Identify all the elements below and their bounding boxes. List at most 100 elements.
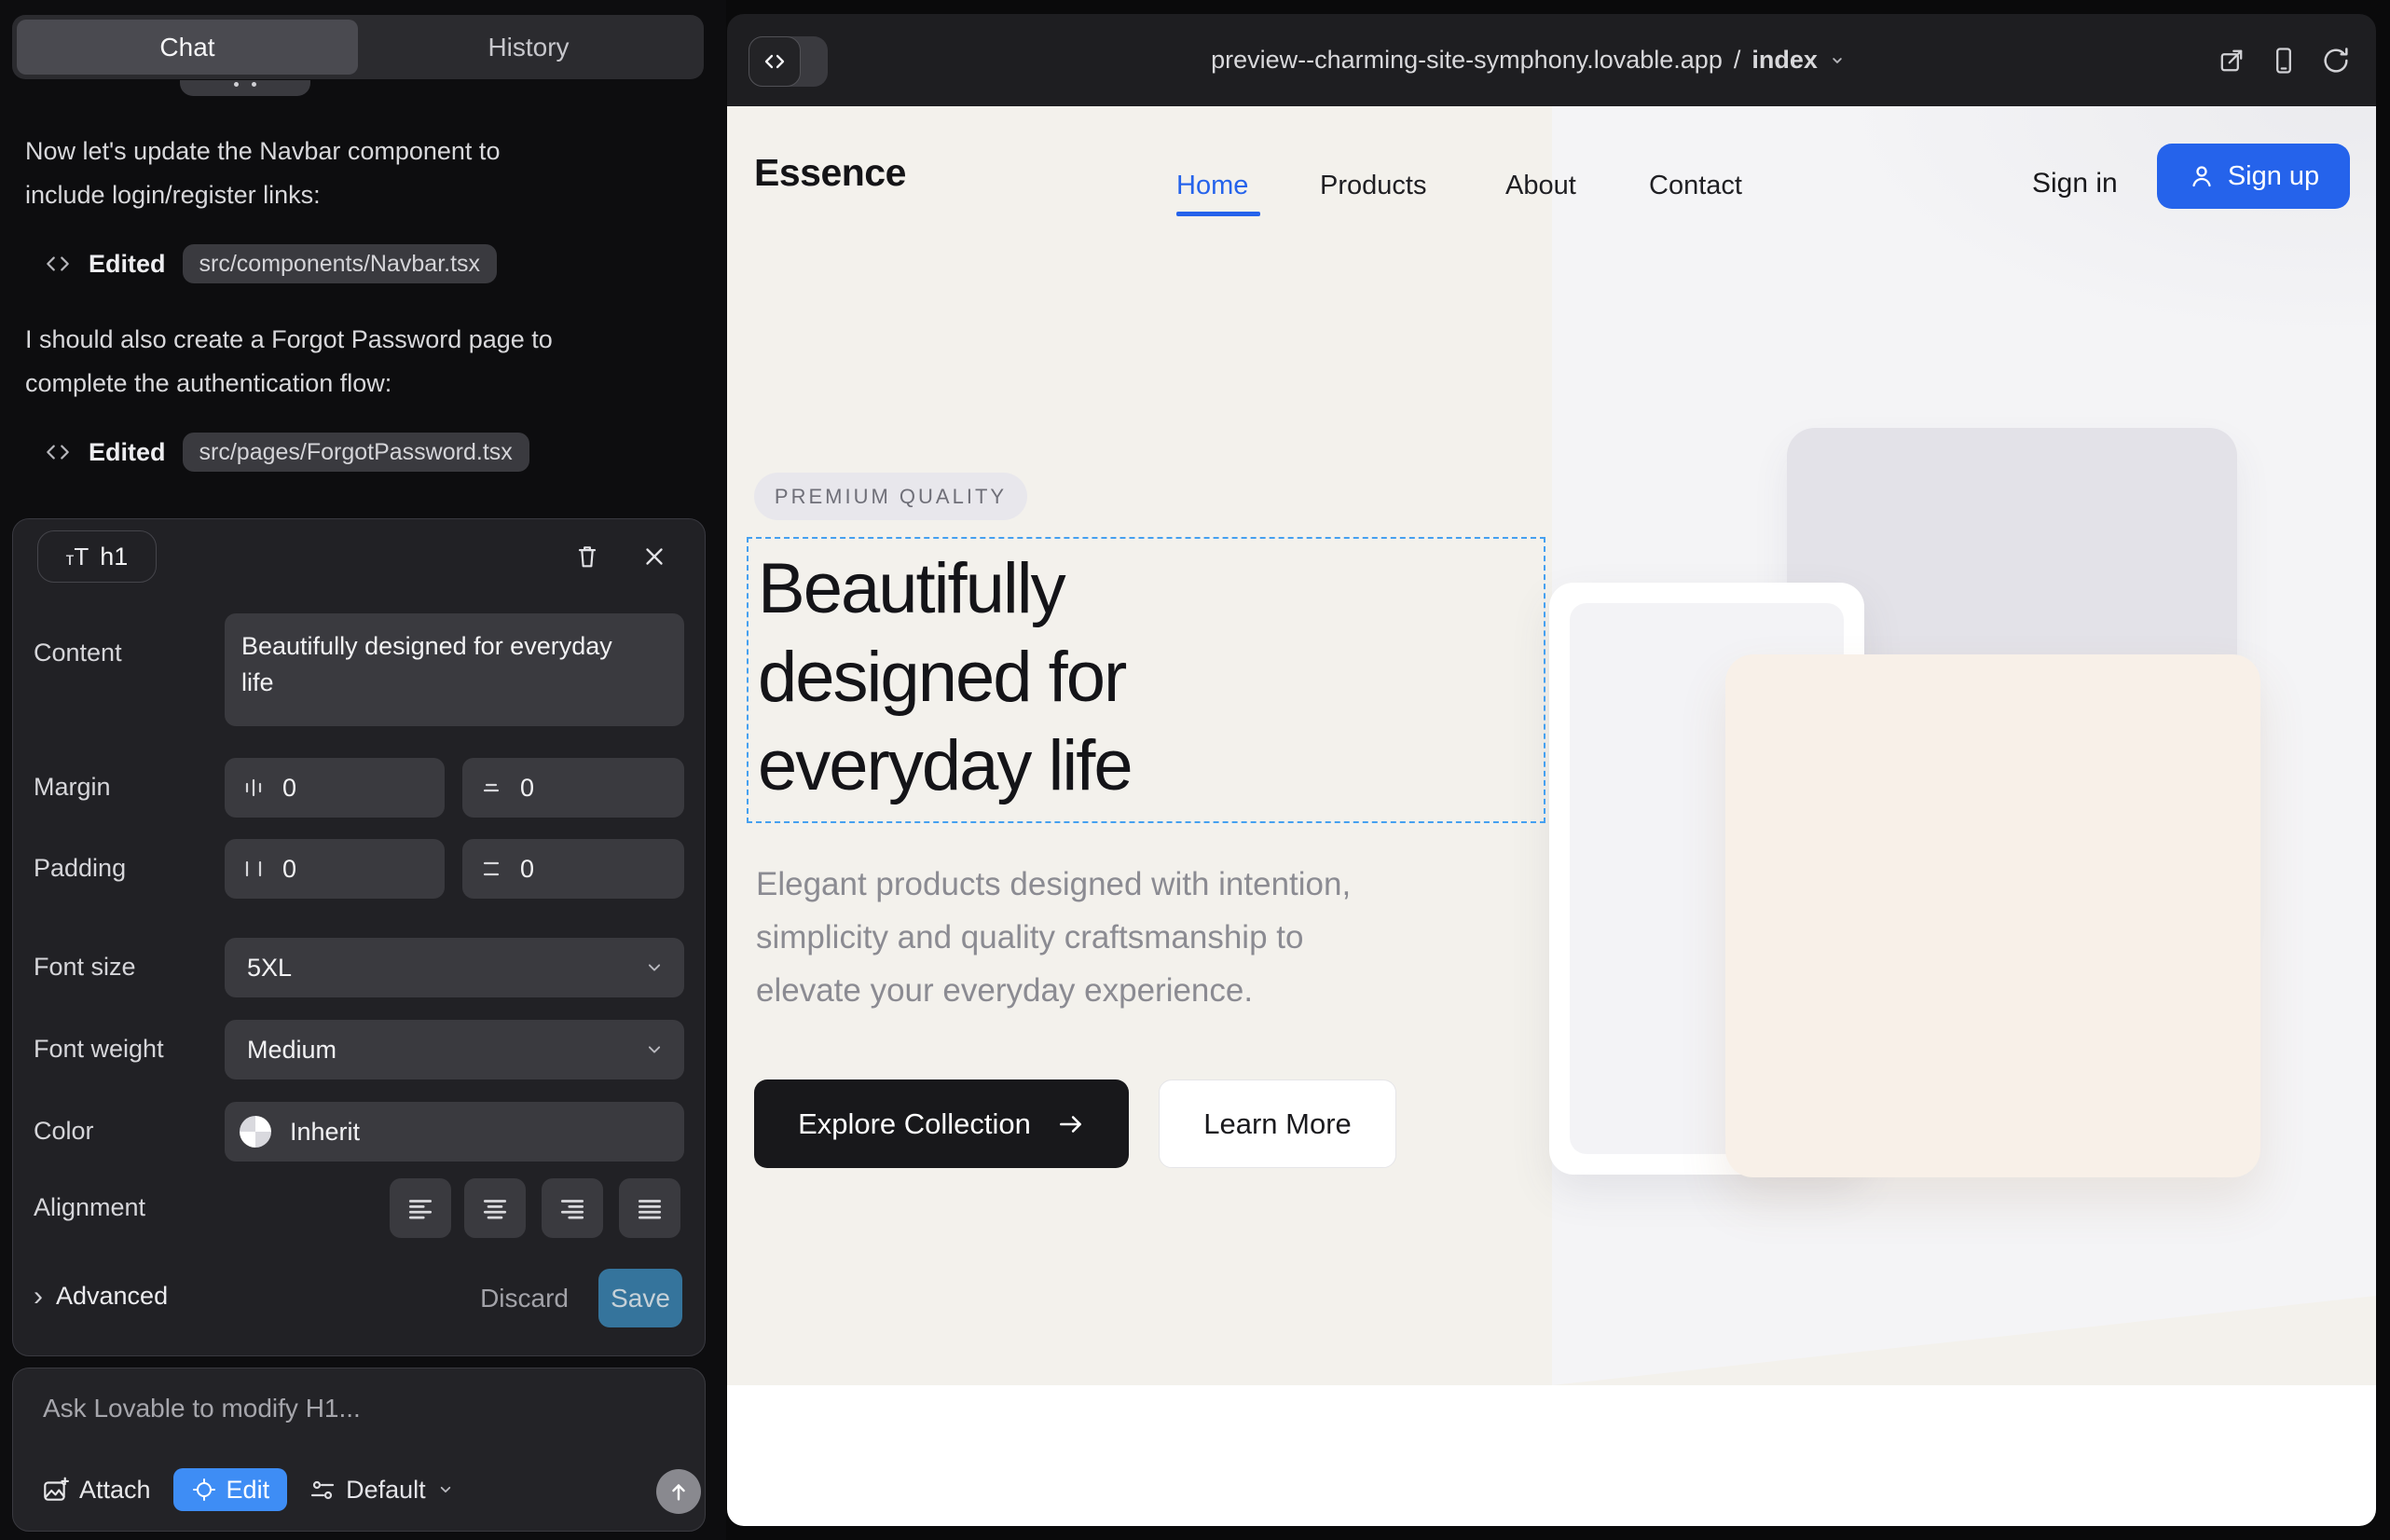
chevron-down-icon — [1829, 52, 1846, 69]
sign-in-link[interactable]: Sign in — [2032, 168, 2118, 199]
smartphone-icon — [2268, 45, 2300, 76]
align-justify-icon — [635, 1193, 665, 1223]
crosshair-icon — [191, 1477, 217, 1503]
chat-sidebar: Chat History Now let's update the Navbar… — [0, 0, 726, 1540]
arrow-up-icon — [666, 1479, 691, 1504]
type-icon: тT — [66, 543, 89, 571]
premium-quality-badge: PREMIUM QUALITY — [754, 473, 1027, 520]
color-select[interactable]: Inherit — [225, 1102, 684, 1162]
color-swatch — [240, 1116, 271, 1148]
sliders-icon — [309, 1477, 336, 1503]
site-viewport: Essence Home Products About Contact Sign… — [727, 106, 2376, 1526]
code-icon — [44, 438, 72, 466]
ellipsis-dots-icon — [234, 82, 256, 87]
assistant-message: Now let's update the Navbar component to… — [25, 130, 687, 217]
send-button[interactable] — [656, 1469, 701, 1514]
chevron-down-icon — [643, 1038, 666, 1061]
close-editor-button[interactable] — [632, 534, 677, 579]
browser-toolbar: preview--charming-site-symphony.lovable.… — [727, 14, 2376, 106]
model-default-button[interactable]: Default — [309, 1476, 455, 1505]
edited-file-row: Edited src/pages/ForgotPassword.tsx — [44, 433, 529, 472]
save-button[interactable]: Save — [598, 1269, 682, 1327]
sign-up-button[interactable]: Sign up — [2157, 144, 2350, 209]
file-chip[interactable]: src/pages/ForgotPassword.tsx — [183, 433, 529, 472]
nav-link-about[interactable]: About — [1505, 171, 1576, 201]
padding-label: Padding — [34, 854, 126, 883]
font-weight-select[interactable]: Medium — [225, 1020, 684, 1079]
align-center-button[interactable] — [464, 1178, 526, 1238]
font-size-select[interactable]: 5XL — [225, 938, 684, 997]
content-field: Beautifully designed for everyday life — [225, 613, 684, 726]
nav-link-home[interactable]: Home — [1176, 171, 1248, 201]
attach-button[interactable]: Attach — [41, 1476, 151, 1505]
padding-x-input[interactable] — [281, 854, 346, 885]
align-right-button[interactable] — [542, 1178, 603, 1238]
code-icon — [44, 250, 72, 278]
attach-image-icon — [41, 1476, 69, 1504]
padding-y-input[interactable] — [518, 854, 584, 885]
padding-y-icon — [479, 857, 503, 881]
align-left-button[interactable] — [390, 1178, 451, 1238]
margin-x-input[interactable] — [281, 773, 346, 804]
edited-label: Edited — [89, 250, 166, 279]
explore-collection-button[interactable]: Explore Collection — [754, 1079, 1129, 1168]
align-right-icon — [557, 1193, 587, 1223]
site-logo[interactable]: Essence — [754, 151, 906, 195]
preview-browser-window: preview--charming-site-symphony.lovable.… — [727, 14, 2376, 1526]
align-left-icon — [405, 1193, 435, 1223]
prompt-composer: Attach Edit Default — [12, 1368, 706, 1532]
hero-paragraph-line: elevate your everyday experience. — [756, 964, 1253, 1017]
advanced-toggle[interactable]: › Advanced — [34, 1282, 168, 1311]
padding-y-field — [462, 839, 684, 899]
edit-mode-button[interactable]: Edit — [173, 1468, 288, 1511]
content-input[interactable]: Beautifully designed for everyday life — [225, 613, 684, 726]
arrow-right-icon — [1057, 1110, 1085, 1138]
margin-x-icon — [241, 776, 266, 800]
external-link-icon — [2216, 45, 2247, 76]
file-chip[interactable]: src/components/Navbar.tsx — [183, 244, 498, 283]
refresh-button[interactable] — [2320, 45, 2352, 76]
nav-link-contact[interactable]: Contact — [1649, 171, 1742, 201]
chevron-down-icon — [436, 1480, 455, 1499]
chat-history-tabs: Chat History — [12, 15, 704, 79]
chevron-right-icon: › — [34, 1284, 43, 1309]
url-bar[interactable]: preview--charming-site-symphony.lovable.… — [783, 14, 2273, 106]
user-icon — [2188, 162, 2216, 190]
alignment-label: Alignment — [34, 1193, 145, 1222]
clipped-scrolled-pill — [180, 80, 310, 96]
font-weight-label: Font weight — [34, 1035, 164, 1064]
url-separator: / — [1734, 46, 1741, 75]
padding-x-icon — [241, 857, 266, 881]
color-label: Color — [34, 1117, 94, 1146]
nav-link-products[interactable]: Products — [1320, 171, 1426, 201]
tab-history[interactable]: History — [358, 20, 699, 75]
hero-headline-line[interactable]: designed for — [758, 633, 1125, 722]
hero-headline-line[interactable]: everyday life — [758, 722, 1132, 810]
close-icon — [640, 543, 668, 571]
learn-more-button[interactable]: Learn More — [1159, 1079, 1396, 1168]
delete-element-button[interactable] — [565, 534, 610, 579]
discard-button[interactable]: Discard — [440, 1284, 569, 1313]
refresh-icon — [2320, 45, 2352, 76]
mobile-view-button[interactable] — [2268, 45, 2300, 76]
selected-element-badge[interactable]: тT h1 — [37, 530, 157, 583]
tab-chat[interactable]: Chat — [17, 20, 358, 75]
prompt-input[interactable] — [41, 1393, 638, 1424]
margin-y-field — [462, 758, 684, 818]
active-nav-underline — [1176, 212, 1260, 216]
padding-x-field — [225, 839, 445, 899]
margin-label: Margin — [34, 773, 111, 802]
align-justify-button[interactable] — [619, 1178, 680, 1238]
edited-label: Edited — [89, 438, 166, 467]
page-name: index — [1751, 46, 1818, 75]
hero-headline-line[interactable]: Beautifully — [758, 544, 1065, 633]
hero-paragraph-line: simplicity and quality craftsmanship to — [756, 911, 1303, 964]
trash-icon — [572, 542, 602, 571]
open-external-button[interactable] — [2216, 45, 2247, 76]
element-editor-panel: тT h1 Content Beautifully designed for e… — [12, 518, 706, 1356]
element-tag: h1 — [100, 543, 128, 571]
margin-y-icon — [479, 776, 503, 800]
hero-paragraph-line: Elegant products designed with intention… — [756, 858, 1351, 911]
margin-y-input[interactable] — [518, 773, 584, 804]
decor-card-cream — [1725, 654, 2260, 1177]
